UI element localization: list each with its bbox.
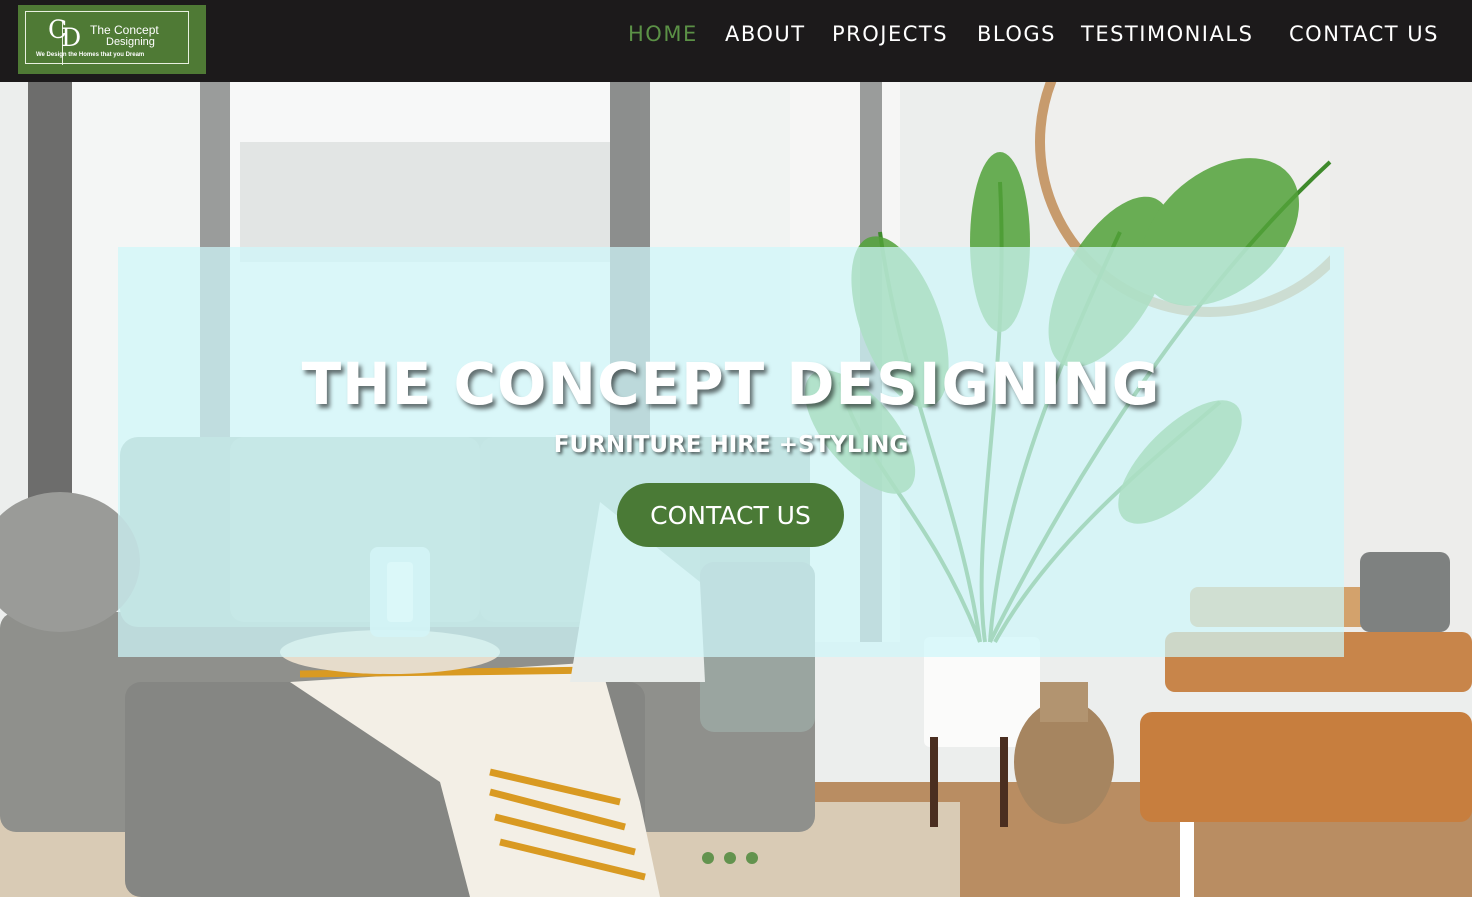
hero-slider: THE CONCEPT DESIGNING FURNITURE HIRE +ST… [0, 82, 1472, 897]
nav-item-contact-us[interactable]: CONTACT US [1289, 22, 1439, 46]
hero-subtitle: FURNITURE HIRE +STYLING [553, 432, 909, 458]
logo-tagline: We Design the Homes that you Dream [36, 52, 145, 58]
main-nav: HOME ABOUT PROJECTS BLOGS TESTIMONIALS C… [0, 22, 1472, 52]
nav-item-blogs[interactable]: BLOGS [977, 22, 1056, 46]
contact-us-button[interactable]: CONTACT US [617, 483, 844, 547]
nav-item-home[interactable]: HOME [628, 22, 698, 46]
slider-dot-3[interactable] [746, 852, 758, 864]
site-header: CD The Concept Designing We Design the H… [0, 0, 1472, 82]
hero-title: THE CONCEPT DESIGNING [301, 350, 1161, 418]
slider-dot-1[interactable] [702, 852, 714, 864]
nav-item-testimonials[interactable]: TESTIMONIALS [1081, 22, 1253, 46]
slider-pagination [702, 852, 762, 866]
nav-item-projects[interactable]: PROJECTS [832, 22, 948, 46]
nav-item-about[interactable]: ABOUT [725, 22, 806, 46]
slider-dot-2[interactable] [724, 852, 736, 864]
